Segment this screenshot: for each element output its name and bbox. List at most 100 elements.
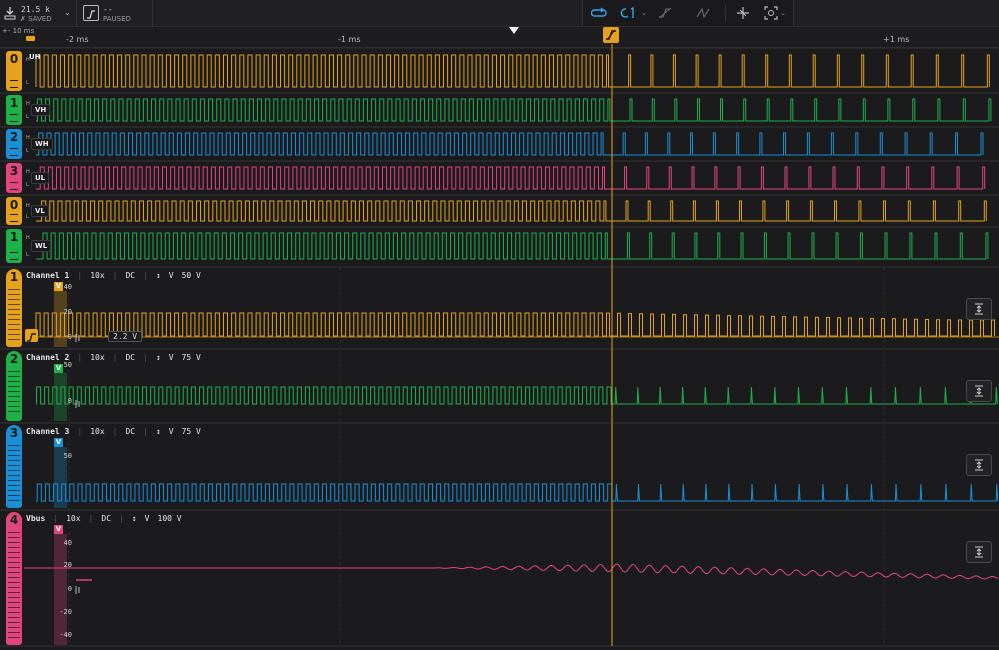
digital-channel-name[interactable]: VL [31, 205, 49, 217]
range-icon: ↕ [131, 514, 137, 523]
autoscale-icon [975, 385, 983, 397]
digital-channel-tab[interactable]: 1 [6, 95, 22, 125]
drag-handle-icon[interactable] [10, 182, 18, 190]
channel-number: 0 [9, 198, 19, 212]
digital-channel-tab[interactable]: 2 [6, 129, 22, 159]
loop-mode-button[interactable] [589, 4, 609, 22]
analog-channel-tab[interactable]: 2 [6, 351, 22, 421]
capture-status-block[interactable]: 21.5 k ✗ SAVED ⌄ [0, 0, 77, 26]
zoom-level: +- 10 ms [2, 27, 35, 35]
header-divider: | [112, 271, 118, 280]
channel-name[interactable]: Channel 3 [26, 427, 69, 436]
analog-channel-tab[interactable]: 1 [6, 269, 22, 347]
logic-analyzer-window: 21.5 k ✗ SAVED ⌄ -- PAUSED ⌄ ⌄ +- 10 ms … [0, 0, 999, 650]
channel-number: 3 [9, 164, 19, 178]
trigger-icon [83, 5, 99, 21]
trigger-point-badge[interactable] [603, 27, 619, 43]
channel-number: 1 [9, 230, 19, 244]
probe-setting[interactable]: 10x [90, 427, 104, 436]
glitch-icon [696, 7, 710, 19]
coupling-setting[interactable]: DC [101, 514, 111, 523]
single-shot-button[interactable]: ⌄ [619, 4, 647, 22]
drag-handle-icon[interactable] [10, 148, 18, 156]
trigger-level-handle[interactable] [25, 329, 38, 342]
time-ruler[interactable]: +- 10 ms [0, 27, 999, 48]
channel-number: 4 [9, 513, 19, 527]
drag-handle-icon[interactable] [10, 252, 18, 260]
zoom-fit-button[interactable]: ⌄ [761, 4, 789, 22]
chevron-down-icon[interactable]: ⌄ [641, 9, 647, 17]
digital-channel-name[interactable]: VH [31, 104, 51, 116]
trigger-position-marker[interactable] [509, 27, 519, 34]
digital-channel-tab[interactable]: 3 [6, 163, 22, 193]
probe-setting[interactable]: 10x [90, 353, 104, 362]
drag-handle-icon[interactable] [10, 80, 18, 88]
range-setting[interactable]: 100 V [158, 514, 182, 523]
waveform-display[interactable] [0, 0, 999, 650]
channel-name[interactable]: Vbus [26, 514, 45, 523]
autoscale-button[interactable] [966, 380, 992, 402]
range-setting[interactable]: 50 V [182, 271, 201, 280]
header-divider: | [112, 427, 118, 436]
channel-number: 1 [9, 270, 19, 284]
autoscale-button[interactable] [966, 298, 992, 320]
analog-waveform-channel-1 [35, 312, 995, 337]
digital-channel-tab[interactable]: 1 [6, 229, 22, 263]
analog-channel-tab[interactable]: 3 [6, 425, 22, 508]
trigger-level-label[interactable]: 2.2 V [108, 331, 143, 342]
volt-axis-badge[interactable]: V [54, 525, 63, 534]
analog-channel-tab[interactable]: 4 [6, 512, 22, 645]
drag-handle-icon[interactable] [10, 114, 18, 122]
level-marker-low: L [26, 114, 29, 120]
digital-channel-tab[interactable]: 0 [6, 51, 22, 91]
toolbar-divider [725, 4, 726, 22]
autoscale-icon [975, 303, 983, 315]
coupling-setting[interactable]: DC [125, 353, 135, 362]
falling-edge-button[interactable] [655, 4, 675, 22]
range-setting[interactable]: 75 V [182, 353, 201, 362]
range-setting[interactable]: 75 V [182, 427, 201, 436]
digital-waveform-wh [36, 132, 984, 156]
digital-channel-name[interactable]: WL [31, 240, 52, 252]
zoom-slider-thumb[interactable] [26, 36, 35, 41]
saved-status: ✗ SAVED [20, 15, 52, 23]
time-label: +1 ms [883, 35, 910, 44]
cursor-tool-button[interactable] [733, 4, 753, 22]
zoom-fit-icon [764, 6, 778, 20]
drag-handle-icon[interactable] [10, 214, 18, 222]
probe-setting[interactable]: 10x [66, 514, 80, 523]
digital-waveform-vh [36, 98, 992, 122]
single-shot-icon [620, 6, 634, 18]
header-divider: | [77, 353, 83, 362]
level-marker-low: L [26, 80, 29, 86]
analog-channel-header[interactable]: Vbus | 10x | DC | ↕ V 100 V [26, 514, 190, 526]
falling-edge-icon [658, 7, 672, 19]
probe-setting[interactable]: 10x [90, 271, 104, 280]
coupling-setting[interactable]: DC [125, 271, 135, 280]
chevron-down-icon[interactable]: ⌄ [780, 9, 786, 17]
analog-waveform-channel-3 [36, 483, 999, 502]
unit-label: V [168, 271, 174, 280]
coupling-setting[interactable]: DC [125, 427, 135, 436]
header-divider: | [77, 271, 83, 280]
trigger-controls: ⌄ ⌄ [582, 0, 794, 26]
header-divider: | [143, 353, 148, 362]
toolbar: 21.5 k ✗ SAVED ⌄ -- PAUSED ⌄ ⌄ [0, 0, 999, 27]
trigger-status-block[interactable]: -- PAUSED [77, 0, 153, 26]
axis-tick-label: 20 [63, 561, 72, 569]
time-label: -2 ms [66, 35, 89, 44]
level-marker-high: H [26, 101, 30, 107]
digital-channel-name[interactable]: WH [31, 138, 53, 150]
level-marker-high: H [26, 57, 30, 63]
autoscale-button[interactable] [966, 541, 992, 563]
glitch-trigger-button[interactable] [693, 4, 713, 22]
digital-channel-name[interactable]: UL [31, 172, 50, 184]
volt-axis-badge[interactable]: V [54, 438, 63, 447]
digital-channel-tab[interactable]: 0 [6, 197, 22, 225]
chevron-down-icon[interactable]: ⌄ [64, 8, 71, 17]
autoscale-button[interactable] [966, 454, 992, 476]
analog-waveform-vbus [80, 563, 999, 580]
digital-waveform-vl [36, 200, 987, 222]
channel-name[interactable]: Channel 1 [26, 271, 69, 280]
axis-tick-label: 50 [63, 361, 72, 369]
